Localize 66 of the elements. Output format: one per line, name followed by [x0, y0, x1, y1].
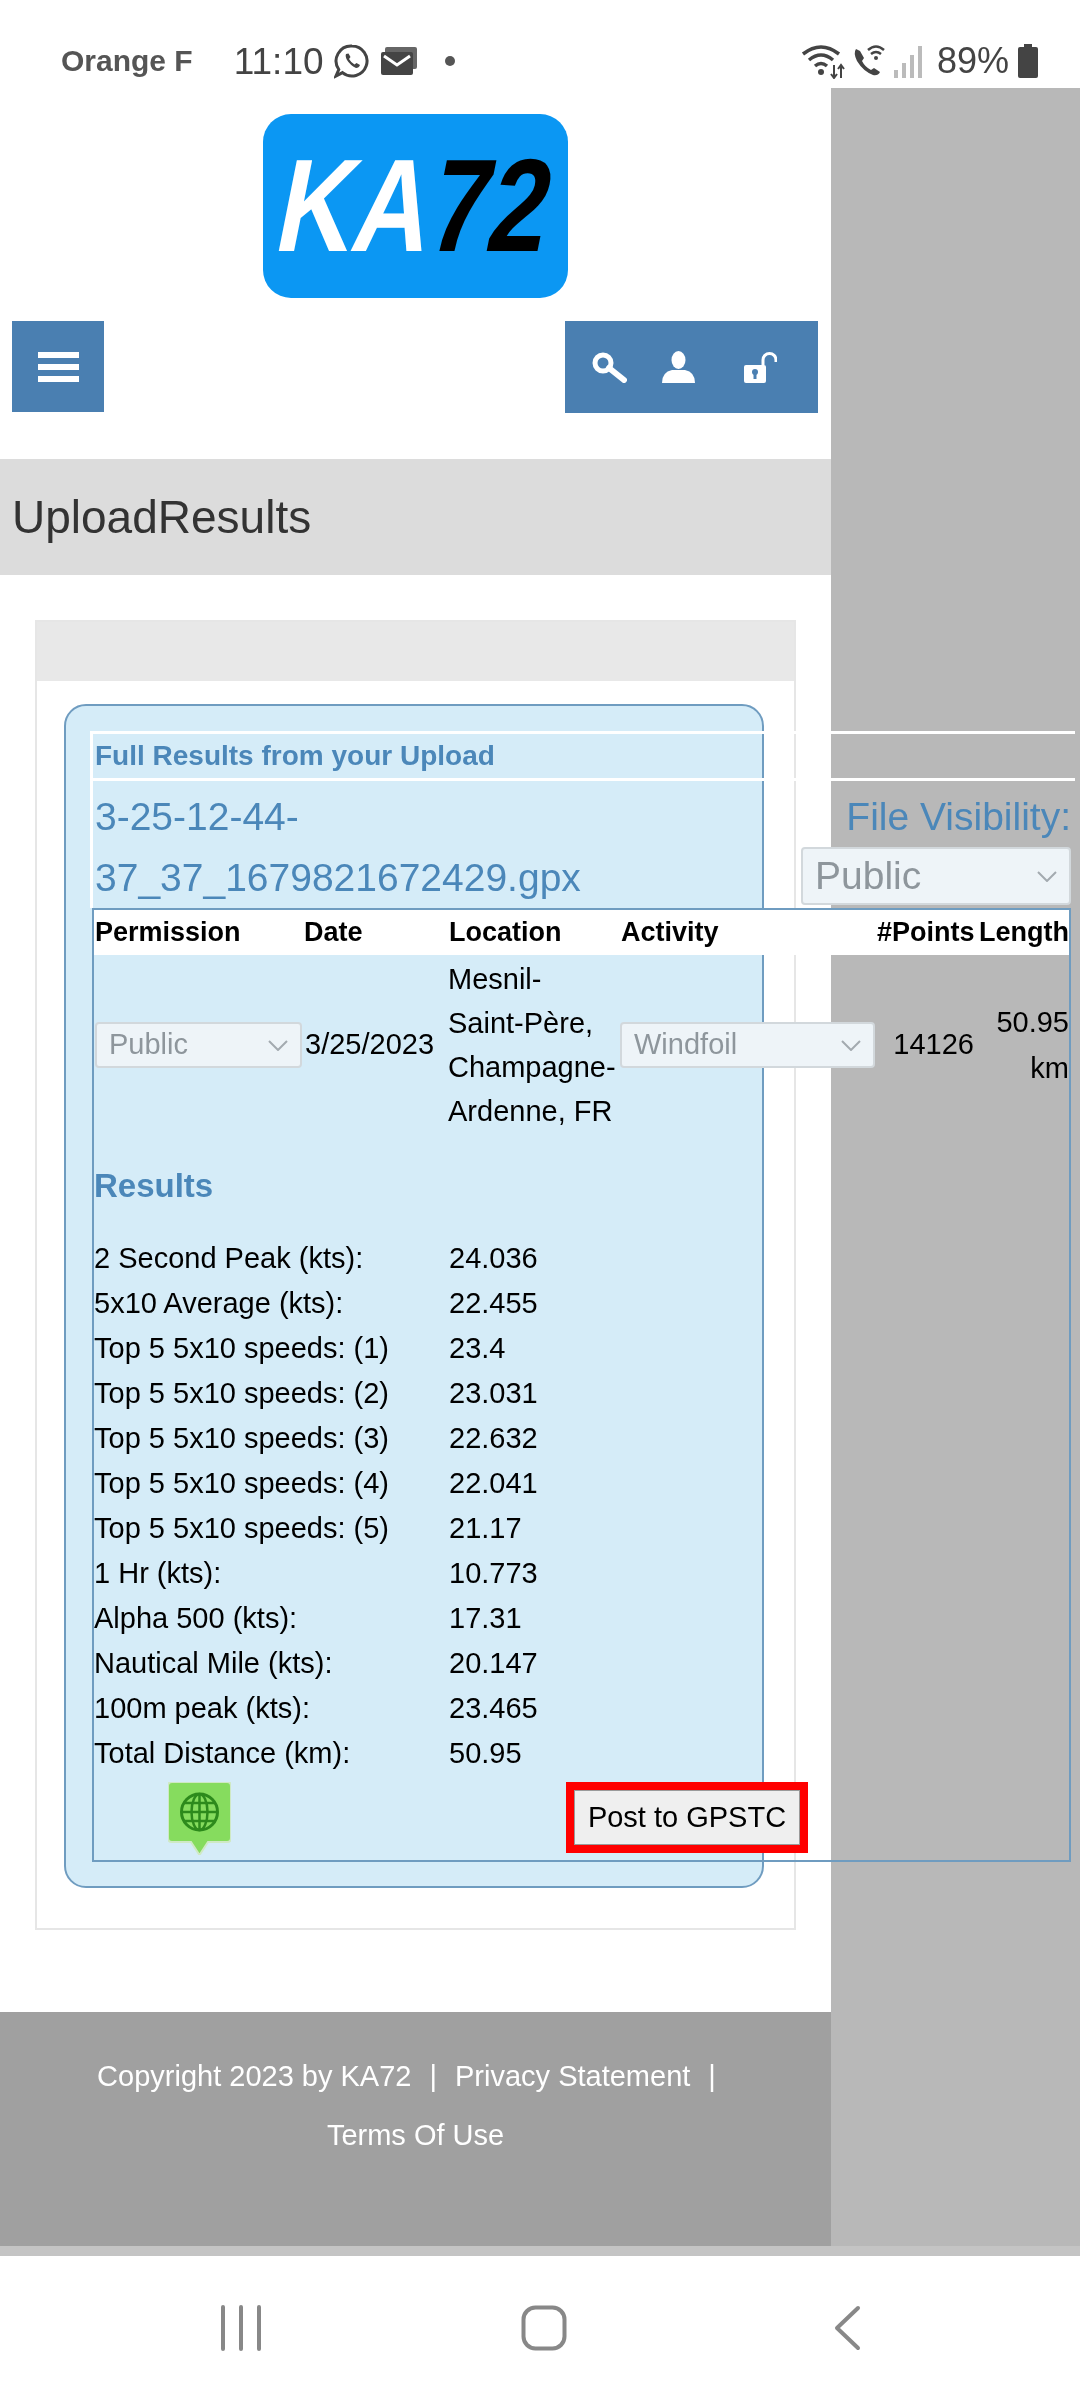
unlock-icon[interactable]: [742, 351, 777, 383]
column-header: Date: [303, 919, 364, 946]
battery-percent: 89%: [936, 43, 1009, 79]
mail-icon: [380, 46, 418, 76]
notification-dot-icon: [444, 56, 455, 66]
chevron-down-icon: [1037, 870, 1057, 882]
clock-time: 11:10: [233, 42, 324, 80]
chat-phone-icon: [333, 43, 370, 79]
footer-separator: |: [708, 2059, 716, 2094]
chevron-down-icon: [841, 1039, 861, 1051]
result-value: 23.031: [449, 1376, 539, 1411]
carrier-name: Orange F: [61, 46, 193, 76]
result-value: 20.147: [449, 1646, 539, 1681]
length-cell-text: 50.95 km: [995, 1005, 1069, 1086]
search-icon[interactable]: [592, 351, 627, 383]
location-cell-text: Mesnil-Saint-Père, Champagne-Ardenne, FR: [448, 962, 617, 1129]
column-header: #Points: [876, 919, 976, 946]
result-value: 50.95: [449, 1736, 523, 1771]
result-label: Top 5 5x10 speeds: (4): [94, 1466, 390, 1501]
footer-separator: |: [429, 2059, 437, 2094]
column-header: Length: [978, 919, 1069, 946]
battery-icon: [1018, 44, 1038, 78]
signal-icon: [893, 44, 923, 78]
result-value: 22.632: [449, 1421, 539, 1456]
chevron-down-icon: [268, 1039, 288, 1051]
result-value: 10.773: [449, 1556, 539, 1591]
globe-marker-icon[interactable]: [168, 1782, 231, 1855]
menu-icon: [37, 351, 79, 382]
result-value: 23.4: [449, 1331, 507, 1366]
back-icon[interactable]: [833, 2305, 861, 2351]
file-name: 3-25-12-44-37_37_1679821672429.gpx: [95, 794, 582, 901]
result-label: Top 5 5x10 speeds: (5): [94, 1511, 390, 1546]
footer-link[interactable]: Privacy Statement: [455, 2047, 691, 2106]
copyright-text: Copyright 2023 by KA72: [97, 2059, 412, 2094]
menu-button[interactable]: [12, 321, 104, 412]
result-value: 23.465: [449, 1691, 539, 1726]
section-heading: Full Results from your Upload: [95, 742, 495, 770]
logo[interactable]: KA72: [263, 114, 568, 298]
home-icon[interactable]: [521, 2305, 567, 2351]
result-value: 22.455: [449, 1286, 539, 1321]
result-label: Nautical Mile (kts):: [94, 1646, 334, 1681]
file-visibility-label: File Visibility:: [846, 794, 1071, 840]
result-label: Top 5 5x10 speeds: (3): [94, 1421, 390, 1456]
results-heading: Results: [94, 1166, 215, 1206]
result-label: 1 Hr (kts):: [94, 1556, 223, 1591]
post-button[interactable]: Post to GPSTC: [574, 1790, 800, 1845]
user-icon[interactable]: [661, 351, 696, 383]
column-header: Activity: [620, 919, 720, 946]
result-label: Total Distance (km):: [94, 1736, 352, 1771]
result-label: 2 Second Peak (kts):: [94, 1241, 365, 1276]
column-header: Permission: [94, 919, 242, 946]
result-value: 21.17: [449, 1511, 523, 1546]
result-label: Alpha 500 (kts):: [94, 1601, 299, 1636]
points-cell-text: 14126: [892, 1027, 975, 1063]
result-label: Top 5 5x10 speeds: (2): [94, 1376, 390, 1411]
recent-apps-icon[interactable]: [220, 2305, 262, 2351]
result-value: 22.041: [449, 1466, 539, 1501]
result-label: Top 5 5x10 speeds: (1): [94, 1331, 390, 1366]
footer-link[interactable]: Terms Of Use: [326, 2106, 505, 2165]
result-label: 100m peak (kts):: [94, 1691, 311, 1726]
date-cell-text: 3/25/2023: [304, 1027, 435, 1063]
result-value: 17.31: [449, 1601, 523, 1636]
column-header: Location: [448, 919, 563, 946]
result-value: 24.036: [449, 1241, 539, 1276]
result-label: 5x10 Average (kts):: [94, 1286, 345, 1321]
wifi-icon: [800, 43, 846, 79]
